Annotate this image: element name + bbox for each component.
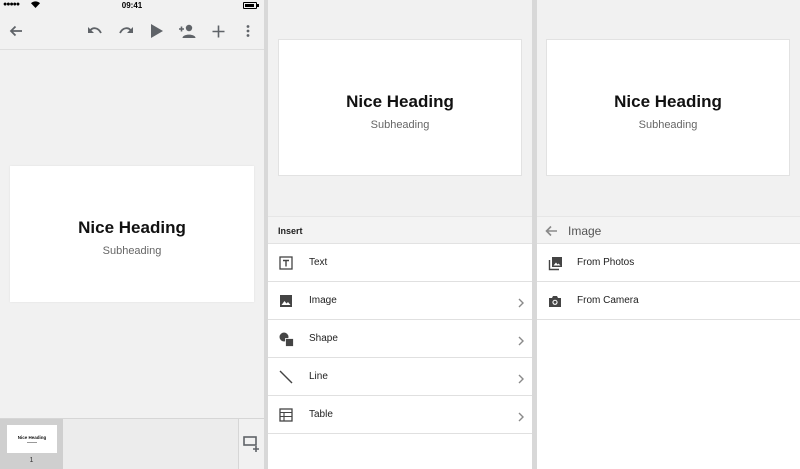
menu-item-label: Image [309, 295, 337, 306]
insert-text-item[interactable]: Text [268, 244, 532, 282]
slide-heading: Nice Heading [614, 92, 722, 111]
insert-image-item[interactable]: Image [268, 282, 532, 320]
slide-number: 1 [29, 457, 34, 464]
table-icon [278, 407, 294, 423]
chevron-right-icon [518, 409, 524, 427]
slide-preview: Nice Heading Subheading [278, 39, 522, 176]
slide-subheading[interactable]: Subheading [10, 245, 254, 257]
camera-icon [547, 293, 563, 309]
text-box-icon [278, 255, 294, 271]
menu-item-label: Text [309, 257, 328, 268]
image-menu: From Photos From Camera [537, 244, 800, 320]
battery-icon [243, 2, 259, 9]
chevron-right-icon [518, 371, 524, 389]
back-icon[interactable] [6, 21, 26, 41]
status-bar: ●●●●● 09:41 [0, 0, 264, 12]
slide-canvas[interactable]: Nice Heading Subheading [10, 166, 254, 302]
slide-preview: Nice Heading Subheading [546, 39, 790, 176]
thumbnail-subheading-line [27, 442, 37, 443]
status-time: 09:41 [121, 1, 143, 10]
insert-menu-header: Insert [268, 216, 532, 244]
chevron-right-icon [518, 333, 524, 351]
menu-item-label: Line [309, 371, 328, 382]
editor-panel: ●●●●● 09:41 Nice Heading Subheading Nice… [0, 0, 264, 469]
image-menu-header: Image [537, 216, 800, 244]
shape-icon [278, 331, 294, 347]
image-menu-title: Image [568, 224, 602, 238]
play-icon[interactable] [146, 21, 166, 41]
photo-library-icon [547, 255, 563, 271]
slide-subheading: Subheading [370, 119, 430, 131]
image-panel: Nice Heading Subheading Image From Photo… [537, 0, 800, 469]
add-person-icon[interactable] [177, 21, 197, 41]
insert-line-item[interactable]: Line [268, 358, 532, 396]
more-vert-icon[interactable] [238, 21, 258, 41]
redo-icon[interactable] [116, 21, 136, 41]
insert-panel: Nice Heading Subheading Insert Text Imag… [268, 0, 532, 469]
add-icon[interactable] [208, 21, 228, 41]
chevron-right-icon [518, 295, 524, 313]
insert-menu-title: Insert [278, 226, 303, 236]
slide-thumbnail[interactable]: Nice Heading [7, 425, 57, 453]
insert-menu: Text Image Shape Line Table [268, 244, 532, 434]
new-slide-icon [243, 436, 259, 452]
line-icon [278, 369, 294, 385]
insert-shape-item[interactable]: Shape [268, 320, 532, 358]
slide-heading[interactable]: Nice Heading [10, 218, 254, 238]
from-photos-item[interactable]: From Photos [537, 244, 800, 282]
new-slide-button[interactable] [238, 419, 264, 469]
menu-item-label: Shape [309, 333, 338, 344]
editor-toolbar [0, 12, 264, 50]
slide-heading: Nice Heading [346, 92, 454, 111]
back-arrow-icon[interactable] [545, 224, 558, 242]
menu-item-label: Table [309, 409, 333, 420]
image-icon [278, 293, 294, 309]
menu-item-label: From Camera [577, 295, 639, 306]
thumbnail-heading: Nice Heading [17, 435, 47, 440]
menu-item-label: From Photos [577, 257, 635, 268]
insert-table-item[interactable]: Table [268, 396, 532, 434]
slide-subheading: Subheading [638, 119, 698, 131]
slide-filmstrip: Nice Heading 1 [0, 418, 264, 469]
undo-icon[interactable] [85, 21, 105, 41]
slide-thumbnail-selected[interactable]: Nice Heading 1 [0, 419, 63, 469]
from-camera-item[interactable]: From Camera [537, 282, 800, 320]
